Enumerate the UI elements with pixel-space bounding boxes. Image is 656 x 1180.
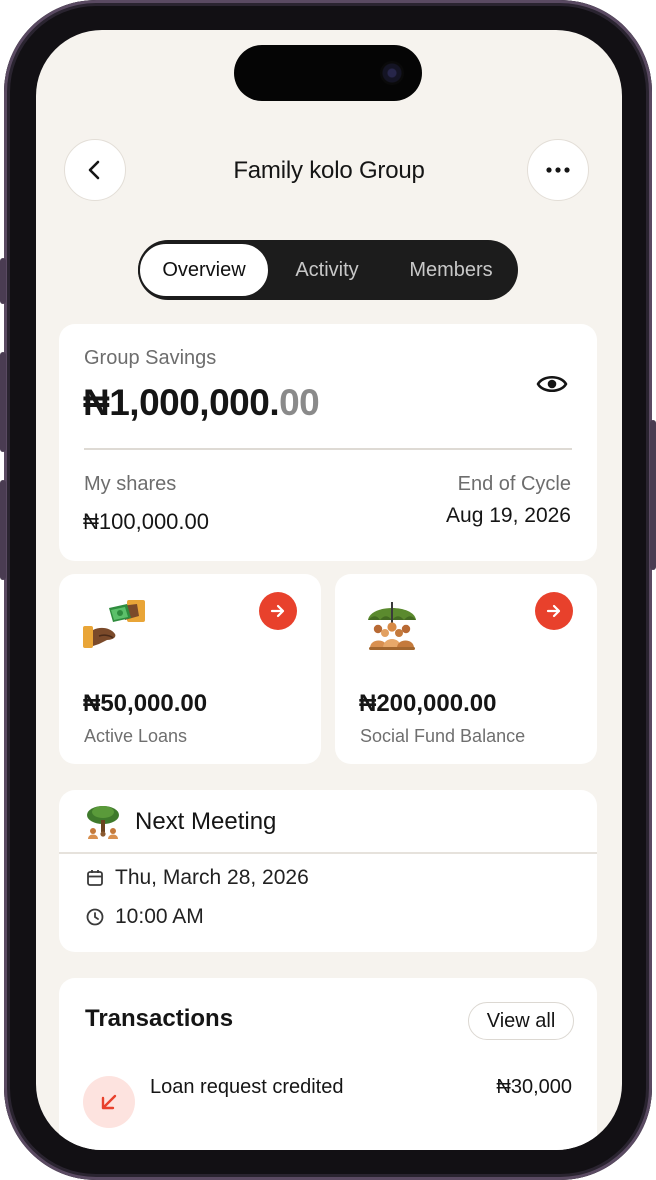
active-loans-amount: ₦50,000.00	[83, 690, 208, 717]
tab-overview[interactable]: Overview	[138, 242, 270, 298]
more-dots-icon	[546, 167, 570, 173]
action-button	[0, 258, 6, 304]
arrow-right-icon	[546, 604, 561, 618]
clock-icon	[86, 908, 104, 926]
money-hand-icon	[83, 600, 145, 648]
next-meeting-title: Next Meeting	[135, 808, 277, 835]
end-of-cycle-label: End of Cycle	[457, 473, 571, 495]
transactions-card: Transactions View all Loan request credi…	[59, 978, 597, 1150]
transaction-row[interactable]: Loan request credited ₦30,000	[59, 1068, 597, 1128]
divider	[59, 852, 597, 854]
power-button	[650, 420, 656, 570]
social-fund-card[interactable]: ₦200,000.00 Social Fund Balance	[335, 574, 597, 764]
amount-main: ₦1,000,000.	[83, 382, 280, 423]
more-options-button[interactable]	[527, 139, 589, 201]
transaction-title: Loan request credited	[150, 1076, 344, 1098]
dynamic-island	[234, 45, 422, 101]
group-savings-label: Group Savings	[84, 347, 217, 369]
front-camera	[380, 61, 404, 85]
active-loans-card[interactable]: ₦50,000.00 Active Loans	[59, 574, 321, 764]
transactions-title: Transactions	[85, 1005, 234, 1032]
tree-gathering-icon	[87, 806, 119, 839]
tab-members[interactable]: Members	[388, 242, 514, 298]
tab-bar: Overview Activity Members	[138, 240, 518, 300]
transaction-amount: ₦30,000	[496, 1076, 572, 1098]
my-shares-label: My shares	[84, 473, 177, 495]
eye-icon	[536, 375, 568, 393]
divider	[84, 448, 572, 450]
tab-activity[interactable]: Activity	[270, 242, 384, 298]
amount-decimal: 00	[279, 382, 320, 423]
social-fund-label: Social Fund Balance	[360, 726, 526, 746]
arrow-right-icon	[270, 604, 285, 618]
end-of-cycle-value: Aug 19, 2026	[446, 504, 571, 527]
calendar-icon	[87, 870, 103, 886]
my-shares-value: ₦100,000.00	[83, 509, 209, 534]
next-meeting-card[interactable]: Next Meeting Thu, March 28, 2026 10:00 A…	[59, 790, 597, 952]
arrow-down-left-icon	[101, 1094, 117, 1110]
app-screen: Family kolo Group Overview Activity Memb…	[36, 30, 622, 1150]
volume-down-button	[0, 480, 6, 580]
toggle-visibility-button[interactable]	[534, 369, 570, 399]
view-all-button[interactable]: View all	[468, 1002, 574, 1040]
meeting-date-row: Thu, March 28, 2026	[85, 866, 309, 890]
social-fund-amount: ₦200,000.00	[359, 690, 497, 717]
volume-up-button	[0, 352, 6, 452]
meeting-time-row: 10:00 AM	[85, 905, 204, 929]
social-fund-arrow-button[interactable]	[535, 592, 573, 630]
umbrella-people-icon	[368, 602, 416, 650]
transaction-icon-badge	[83, 1076, 135, 1128]
active-loans-label: Active Loans	[84, 726, 188, 746]
meeting-date: Thu, March 28, 2026	[115, 866, 309, 889]
active-loans-arrow-button[interactable]	[259, 592, 297, 630]
group-savings-amount: ₦1,000,000.00	[83, 382, 320, 424]
meeting-time: 10:00 AM	[115, 905, 204, 928]
group-savings-card: Group Savings ₦1,000,000.00 My shares ₦1…	[59, 324, 597, 561]
